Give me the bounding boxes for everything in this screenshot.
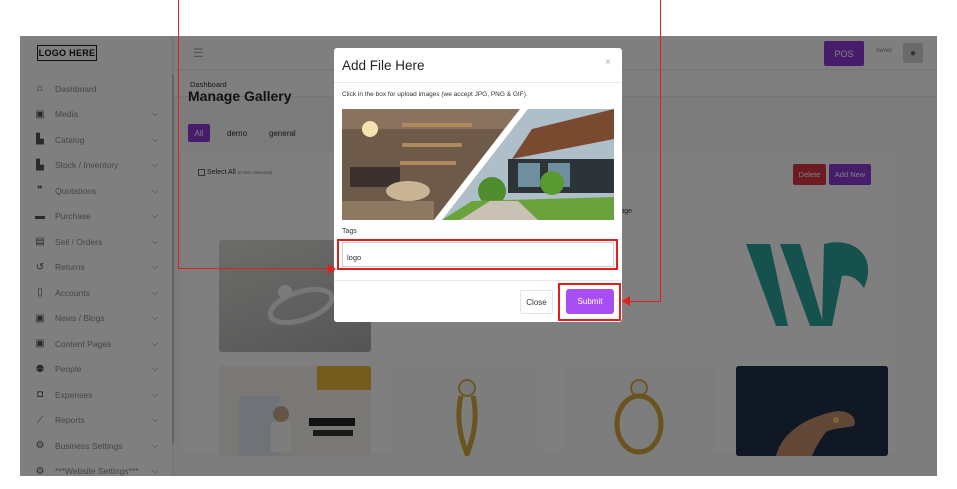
tags-label: Tags [342,228,357,235]
upload-preview[interactable] [342,109,614,220]
annotation-arrow-right [622,296,630,306]
submit-button-highlight [558,283,621,321]
annotation-line-right-horizontal [630,301,661,302]
upload-preview-image [342,109,614,220]
add-file-modal: Add File Here × Click in the box for upl… [334,48,622,322]
modal-header-divider [334,82,622,83]
close-icon[interactable]: × [605,57,611,68]
annotation-line-left-horizontal [178,268,330,269]
modal-title: Add File Here [342,58,425,73]
annotation-line-right-vertical [660,0,661,302]
upload-hint: Click in the box for upload images (we a… [342,91,528,98]
annotation-arrow-left [328,264,336,274]
screenshot-stage: LOGO HERE ⌂Dashboard▣Media⌵▙Catalog⌵▙Sto… [0,0,957,489]
annotation-line-left-vertical [178,0,179,269]
tags-input-highlight [337,239,618,270]
modal-footer-divider [334,280,622,281]
close-button[interactable]: Close [520,290,553,314]
